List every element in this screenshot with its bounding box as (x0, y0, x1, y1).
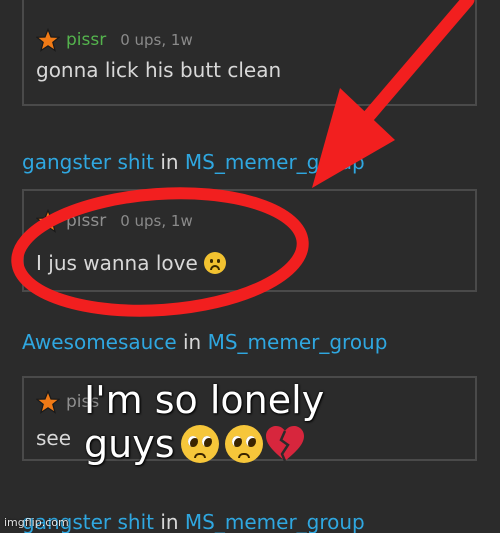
caption-line-1: I'm so lonely (84, 378, 325, 422)
worried-face-icon (203, 252, 226, 274)
star-icon (36, 390, 60, 414)
group-line: gangster shit in MS_memer_group (22, 150, 365, 174)
group-link[interactable]: MS_memer_group (208, 330, 388, 354)
comment-card: pissr 0 ups, 1w I jus wanna love (22, 189, 477, 292)
comment-text: see (36, 426, 72, 450)
in-label: in (160, 150, 179, 174)
comment-text: gonna lick his butt clean (36, 58, 282, 82)
group-line: gangster shit in MS_memer_group (22, 510, 365, 533)
comment-username[interactable]: pissr (66, 30, 106, 50)
in-label: in (183, 330, 202, 354)
comment-username[interactable]: pissr (66, 211, 106, 231)
author-link[interactable]: Awesomesauce (22, 330, 177, 354)
pleading-face-icon (224, 425, 263, 463)
caption-text: guys (84, 422, 175, 466)
comment-meta: pissr 0 ups, 1w (36, 28, 193, 52)
comment-text: I jus wanna love (36, 251, 198, 275)
group-line: Awesomesauce in MS_memer_group (22, 330, 387, 354)
imgflip-watermark: imgflip.com (4, 516, 69, 529)
star-icon (36, 28, 60, 52)
group-link[interactable]: MS_memer_group (185, 510, 365, 533)
meme-caption: I'm so lonely guys (84, 378, 404, 466)
comment-stats: 0 ups, 1w (120, 31, 193, 49)
caption-line-2: guys (84, 422, 404, 466)
comment-card: pissr 0 ups, 1w gonna lick his butt clea… (22, 0, 477, 106)
meme-image: pissr 0 ups, 1w gonna lick his butt clea… (0, 0, 500, 533)
broken-heart-icon (265, 425, 305, 463)
comment-text-row: I jus wanna love (36, 251, 226, 275)
group-link[interactable]: MS_memer_group (185, 150, 365, 174)
comment-meta: pissr 0 ups, 1w (36, 209, 193, 233)
comment-stats: 0 ups, 1w (120, 212, 193, 230)
star-icon (36, 209, 60, 233)
in-label: in (160, 510, 179, 533)
author-link[interactable]: gangster shit (22, 150, 154, 174)
pleading-face-icon (180, 425, 219, 463)
